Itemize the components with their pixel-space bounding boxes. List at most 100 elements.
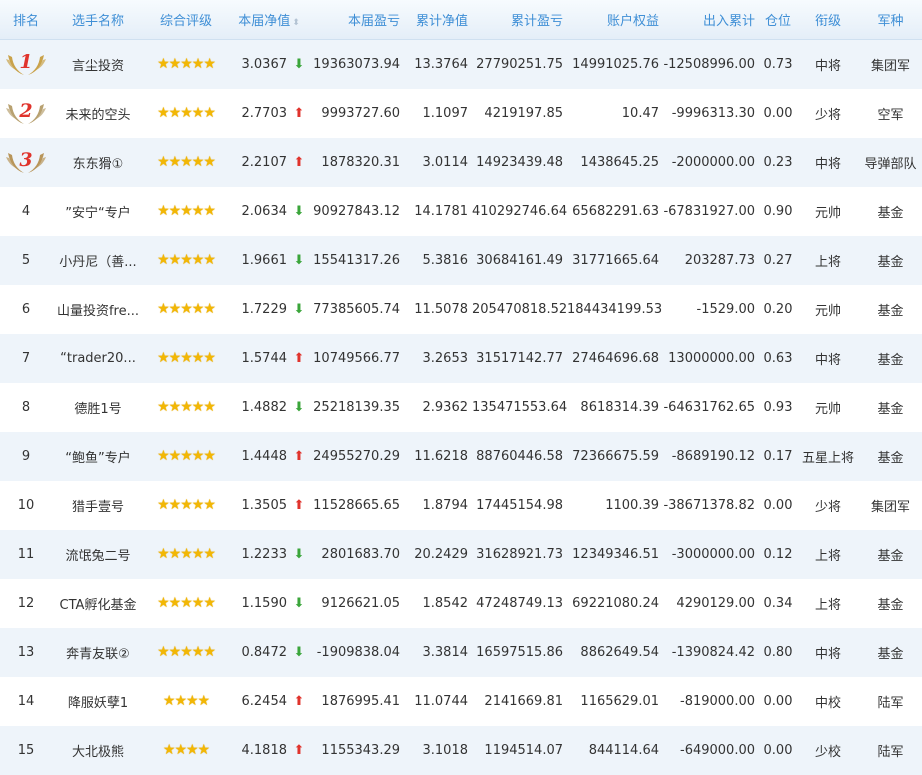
header-equity[interactable]: 账户权益 [567, 0, 663, 40]
nav-value: 1.4882 [241, 399, 288, 415]
cell-player-name[interactable]: “trader20... [52, 334, 144, 383]
nav-value: 3.0367 [241, 56, 288, 72]
cell-player-name[interactable]: 大北极熊 [52, 726, 144, 775]
table-row[interactable]: 8 德胜1号 ★★★★★ 1.4882 ⬇ 25218139.35 2.9362 135471… [0, 382, 922, 432]
cell-rating: ★★★★★ [144, 187, 228, 236]
cell-player-name[interactable]: “鲍鱼”专户 [52, 432, 144, 481]
cell-nav: 2.2107 ⬆ [228, 138, 310, 187]
cell-position: 0.63 [763, 350, 793, 366]
cell-cum-nav: 3.1018 [422, 742, 469, 758]
header-pnl[interactable]: 本届盈亏 [310, 0, 404, 40]
cell-pnl: 10749566.77 [313, 350, 400, 366]
cell-flow: -67831927.00 [663, 203, 755, 219]
header-military-rank[interactable]: 衔级 [797, 0, 859, 40]
cell-rating: ★★★★★ [144, 89, 228, 138]
cell-position: 0.00 [763, 105, 793, 121]
table-row[interactable]: 15 大北极熊 ★★★★ 4.1818 ⬆ 1155343.29 3.1018 1194514… [0, 725, 922, 775]
table-row[interactable]: 12 CTA孵化基金 ★★★★★ 1.1590 ⬇ 9126621.05 1.8542 472… [0, 578, 922, 628]
table-row[interactable]: 5 小丹尼（善... ★★★★★ 1.9661 ⬇ 15541317.26 5.3816 30… [0, 235, 922, 285]
cell-flow: -8689190.12 [671, 448, 755, 464]
green-down-arrow-icon: ⬇ [293, 301, 305, 317]
cell-player-name[interactable]: 山量投资fre... [52, 285, 144, 334]
star-rating-icon: ★★★★★ [157, 595, 216, 611]
cell-flow: -649000.00 [680, 742, 755, 758]
cell-cum-nav: 11.6218 [414, 448, 468, 464]
cell-branch: 陆军 [877, 695, 904, 711]
cell-military-rank: 中将 [814, 646, 841, 662]
header-rank[interactable]: 排名 [0, 0, 52, 40]
nav-value: 1.3505 [241, 497, 288, 513]
header-position[interactable]: 仓位 [759, 0, 797, 40]
cell-rank: 15 [17, 742, 35, 758]
header-name[interactable]: 选手名称 [52, 0, 144, 40]
cell-branch: 空军 [877, 107, 904, 123]
header-cum-nav[interactable]: 累计净值 [404, 0, 472, 40]
table-body: 1 言尘投资 ★★★★★ 3.0367 ⬇ 19363073.94 13.3764 27790… [0, 39, 922, 775]
cell-player-name[interactable]: CTA孵化基金 [52, 579, 144, 628]
cell-player-name[interactable]: 东东猾① [52, 138, 144, 187]
nav-value: 4.1818 [241, 742, 288, 758]
medal-rank-number: 1 [19, 51, 33, 74]
cell-nav: 1.1590 ⬇ [228, 579, 310, 628]
cell-branch: 基金 [877, 646, 904, 662]
cell-military-rank: 上将 [814, 597, 841, 613]
table-row[interactable]: 2 未来的空头 ★★★★★ 2.7703 ⬆ 9993727.60 1.1097 421919… [0, 88, 922, 138]
cell-military-rank: 少将 [814, 107, 841, 123]
cell-nav: 3.0367 ⬇ [228, 40, 310, 89]
cell-rank: 4 [21, 203, 31, 219]
cell-rating: ★★★★★ [144, 40, 228, 89]
cell-pnl: 1876995.41 [321, 693, 400, 709]
cell-cum-pnl: 30684161.49 [476, 252, 563, 268]
cell-position: 0.80 [763, 644, 793, 660]
cell-player-name[interactable]: 言尘投资 [52, 40, 144, 89]
cell-player-name[interactable]: 小丹尼（善... [52, 236, 144, 285]
nav-value: 1.1590 [241, 595, 288, 611]
cell-player-name[interactable]: ”安宁“专户 [52, 187, 144, 236]
cell-rank: 2 [0, 89, 52, 138]
table-row[interactable]: 7 “trader20... ★★★★★ 1.5744 ⬆ 10749566.77 3.26… [0, 333, 922, 383]
cell-cum-pnl: 31517142.77 [476, 350, 563, 366]
cell-rank: 13 [17, 644, 35, 660]
cell-branch: 导弹部队 [864, 156, 917, 172]
cell-player-name[interactable]: 流氓兔二号 [52, 530, 144, 579]
table-row[interactable]: 10 猎手壹号 ★★★★★ 1.3505 ⬆ 11528665.65 1.8794 17445… [0, 480, 922, 530]
table-row[interactable]: 9 “鲍鱼”专户 ★★★★★ 1.4448 ⬆ 24955270.29 11.6218 887… [0, 431, 922, 481]
header-rating[interactable]: 综合评级 [144, 0, 228, 40]
header-nav[interactable]: 本届净值 ⬍ [228, 0, 310, 40]
table-row[interactable]: 4 ”安宁“专户 ★★★★★ 2.0634 ⬇ 90927843.12 14.1781 410… [0, 186, 922, 236]
cell-military-rank: 中校 [814, 695, 841, 711]
cell-player-name[interactable]: 德胜1号 [52, 383, 144, 432]
cell-player-name[interactable]: 猎手壹号 [52, 481, 144, 530]
table-row[interactable]: 1 言尘投资 ★★★★★ 3.0367 ⬇ 19363073.94 13.3764 27790… [0, 39, 922, 89]
cell-player-name[interactable]: 降服妖孽1 [52, 677, 144, 726]
table-row[interactable]: 14 降服妖孽1 ★★★★ 6.2454 ⬆ 1876995.41 11.0744 21416… [0, 676, 922, 726]
cell-cum-pnl: 2141669.81 [484, 693, 563, 709]
cell-pnl: 1155343.29 [321, 742, 400, 758]
cell-pnl: 19363073.94 [313, 56, 400, 72]
cell-position: 0.27 [763, 252, 793, 268]
nav-value: 0.8472 [241, 644, 288, 660]
cell-flow: -1390824.42 [671, 644, 755, 660]
header-cum-pnl[interactable]: 累计盈亏 [472, 0, 567, 40]
cell-cum-pnl: 88760446.58 [476, 448, 563, 464]
cell-equity: 844114.64 [588, 742, 659, 758]
table-row[interactable]: 6 山量投资fre... ★★★★★ 1.7229 ⬇ 77385605.74 11.507… [0, 284, 922, 334]
ranking-table: 排名 选手名称 综合评级 本届净值 ⬍ 本届盈亏 累计净值 累计盈亏 账户权益 出… [0, 0, 922, 775]
cell-pnl: 15541317.26 [313, 252, 400, 268]
cell-player-name[interactable]: 未来的空头 [52, 89, 144, 138]
header-branch[interactable]: 军种 [859, 0, 922, 40]
sort-caret-icon[interactable]: ⬍ [292, 18, 300, 28]
cell-player-name[interactable]: 奔青友联② [52, 628, 144, 677]
cell-pnl: -1909838.04 [316, 644, 400, 660]
table-row[interactable]: 11 流氓兔二号 ★★★★★ 1.2233 ⬇ 2801683.70 20.2429 3162… [0, 529, 922, 579]
table-row[interactable]: 3 东东猾① ★★★★★ 2.2107 ⬆ 1878320.31 3.0114 1492343… [0, 137, 922, 187]
cell-pnl: 9993727.60 [321, 105, 400, 121]
header-flow[interactable]: 出入累计 [663, 0, 759, 40]
cell-cum-nav: 13.3764 [414, 56, 468, 72]
table-row[interactable]: 13 奔青友联② ★★★★★ 0.8472 ⬇ -1909838.04 3.3814 1659… [0, 627, 922, 677]
nav-value: 1.4448 [241, 448, 288, 464]
cell-nav: 1.7229 ⬇ [228, 285, 310, 334]
cell-cum-nav: 3.2653 [422, 350, 469, 366]
cell-military-rank: 上将 [814, 254, 841, 270]
cell-equity: 8618314.39 [580, 399, 659, 415]
